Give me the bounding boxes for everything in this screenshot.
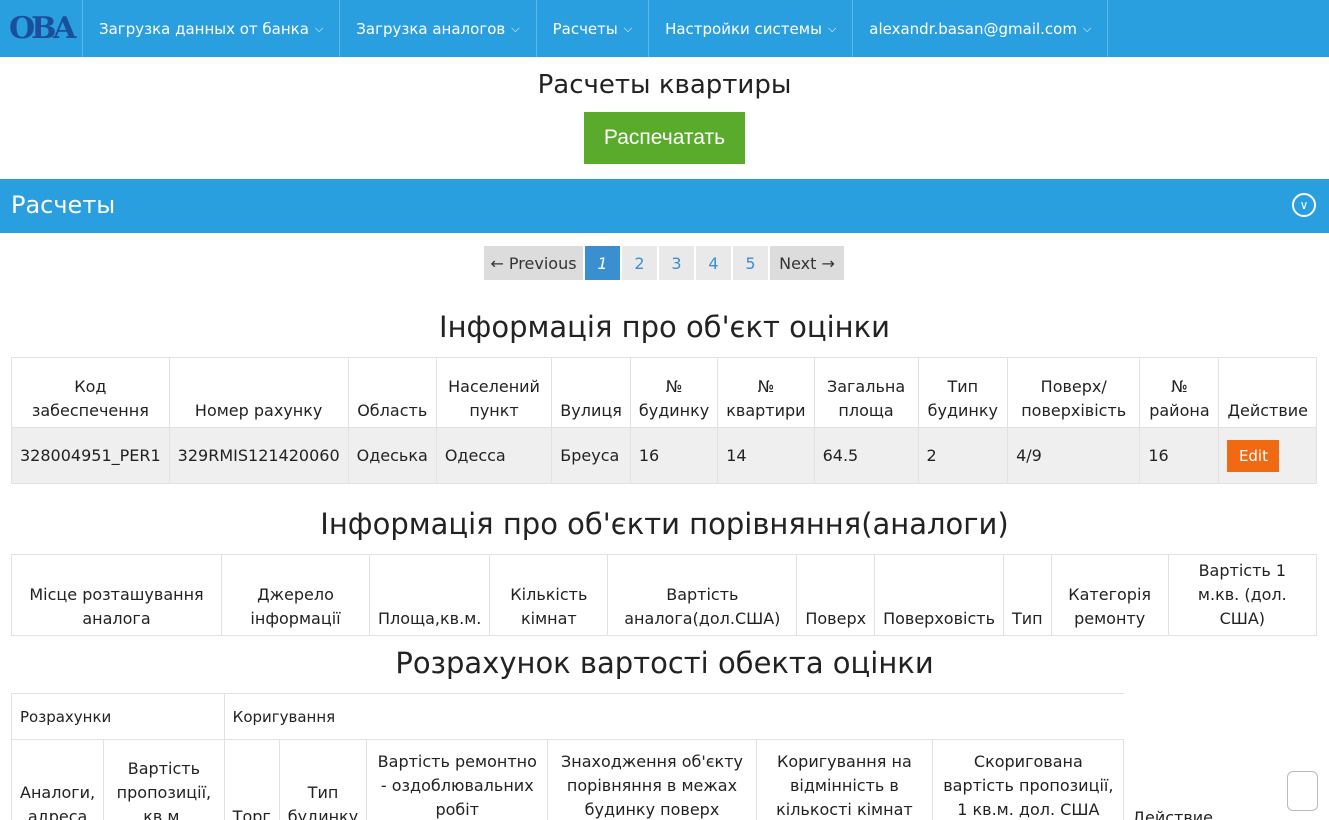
column-header: Місце розташування аналога (11, 554, 222, 636)
column-header: Вартість пропозиції, кв.м. (103, 739, 225, 820)
nav-item-label: Загрузка аналогов (356, 19, 506, 38)
group-header-corrections: Коригування (223, 693, 1124, 740)
table-cell: 64.5 (813, 427, 919, 484)
table-header-row: Аналоги, адреса Вартість пропозиції, кв.… (10, 739, 1222, 820)
column-header: № будинку (629, 357, 719, 428)
column-header: Скоригована вартість пропозиції, 1 кв.м.… (932, 739, 1125, 820)
nav-settings-menu[interactable]: Настройки системы ⌵ (649, 0, 854, 57)
analogs-info-title: Інформація про об'єкти порівняння(аналог… (320, 507, 1009, 541)
table-cell: 329RMIS121420060 (168, 427, 349, 484)
table-cell: 16 (1139, 427, 1220, 484)
table-cell: 16 (629, 427, 719, 484)
nav-item-label: alexandr.basan@gmail.com (869, 19, 1077, 38)
object-info-table: Код забеспечення Номер рахунку Область Н… (11, 357, 1317, 484)
group-header-calculations: Розрахунки (11, 693, 225, 740)
nav-item-label: Расчеты (552, 19, 618, 38)
column-header: Вартість ремонтно - оздоблювальних робіт (366, 739, 549, 820)
column-header: Тип будинку (917, 357, 1009, 428)
column-header: Тип будинку (278, 739, 368, 820)
column-header: Площа,кв.м. (368, 554, 491, 636)
nav-item-label: Загрузка данных от банка (99, 19, 309, 38)
page-title: Расчеты квартиры (537, 70, 792, 100)
calculations-panel-header[interactable]: Расчеты ∨ (0, 179, 1329, 233)
chevron-down-icon: ⌵ (511, 21, 520, 35)
column-header: Коригування на відмінність в кількості к… (755, 739, 934, 820)
table-cell: Edit (1218, 427, 1317, 484)
table-cell: 4/9 (1007, 427, 1141, 484)
pagination-next[interactable]: Next → (770, 246, 846, 280)
top-navbar: ОВА Загрузка данных от банка ⌵ Загрузка а… (0, 0, 1329, 57)
column-header: Населений пункт (435, 357, 553, 428)
print-button[interactable]: Распечатать (584, 112, 745, 164)
valuation-table: Розрахунки Коригування Аналоги, адреса В… (10, 693, 1222, 820)
column-header: Аналоги, адреса (10, 739, 105, 820)
nav-user-menu[interactable]: alexandr.basan@gmail.com ⌵ (853, 0, 1109, 57)
column-header: Действие (1132, 807, 1213, 820)
column-header: Вартість 1 м.кв. (дол. США) (1167, 554, 1318, 636)
column-header: Вартість аналога(дол.США) (607, 554, 798, 636)
nav-calculations-menu[interactable]: Расчеты ⌵ (537, 0, 650, 57)
pagination-page-4[interactable]: 4 (696, 246, 733, 280)
edit-button[interactable]: Edit (1227, 439, 1280, 472)
valuation-title: Розрахунок вартості обекта оцінки (395, 646, 934, 680)
column-header: Вулиця (551, 357, 631, 428)
chevron-down-icon: ⌵ (1082, 21, 1092, 35)
column-header: Категорія ремонту (1050, 554, 1169, 636)
nav-analogs-menu[interactable]: Загрузка аналогов ⌵ (340, 0, 537, 57)
table-cell: 2 (917, 427, 1009, 484)
pagination: ← Previous 1 2 3 4 5 Next → (484, 246, 846, 280)
column-header: № квартири (717, 357, 815, 428)
column-header: Знаходження об'єкту порівняння в межах б… (547, 739, 757, 820)
table-cell: 328004951_PER1 (11, 427, 170, 484)
column-header: Поверховість (874, 554, 1004, 636)
analogs-table: Місце розташування аналога Джерело інфор… (11, 554, 1318, 636)
pagination-page-5[interactable]: 5 (733, 246, 770, 280)
column-header: Джерело інформації (221, 554, 370, 636)
nav-item-label: Настройки системы (665, 19, 822, 38)
brand-logo[interactable]: ОВА (0, 0, 83, 57)
column-header: Код забеспечення (11, 357, 170, 428)
table-cell: Одеська (347, 427, 437, 484)
column-header: № района (1139, 357, 1220, 428)
pagination-page-1[interactable]: 1 (585, 246, 622, 280)
table-cell (1123, 693, 1221, 740)
table-cell: 14 (717, 427, 815, 484)
table-group-row: Розрахунки Коригування (11, 693, 1221, 740)
column-header: Действие (1218, 357, 1317, 428)
table-cell: Бреуса (551, 427, 631, 484)
column-header: Загальна площа (813, 357, 919, 428)
object-info-title: Інформація про об'єкт оцінки (439, 310, 890, 344)
column-header: Область (347, 357, 437, 428)
chevron-down-icon: ⌵ (623, 21, 633, 35)
column-header: Поверх/ поверхівість (1007, 357, 1141, 428)
panel-title: Расчеты (11, 191, 116, 219)
table-header-row: Місце розташування аналога Джерело інфор… (11, 554, 1318, 636)
chevron-circle-down-icon[interactable]: ∨ (1292, 193, 1316, 217)
column-header: Торг (223, 739, 280, 820)
column-header: Тип (1003, 554, 1052, 636)
logo-text: ОВА (9, 11, 77, 46)
chevron-down-icon: ⌵ (827, 21, 837, 35)
table-cell: Одесса (435, 427, 553, 484)
table-header-row: Код забеспечення Номер рахунку Область Н… (11, 357, 1317, 428)
column-header: Поверх (796, 554, 876, 636)
table-row: 328004951_PER1 329RMIS121420060 Одеська … (11, 427, 1317, 484)
pagination-page-3[interactable]: 3 (659, 246, 696, 280)
column-header: Номер рахунку (168, 357, 349, 428)
chevron-down-icon: ⌵ (314, 21, 324, 35)
pagination-previous[interactable]: ← Previous (484, 246, 585, 280)
scroll-to-top-button[interactable] (1287, 771, 1318, 811)
nav-bank-data-menu[interactable]: Загрузка данных от банка ⌵ (83, 0, 341, 57)
column-header: Кількість кімнат (489, 554, 609, 636)
pagination-page-2[interactable]: 2 (622, 246, 659, 280)
